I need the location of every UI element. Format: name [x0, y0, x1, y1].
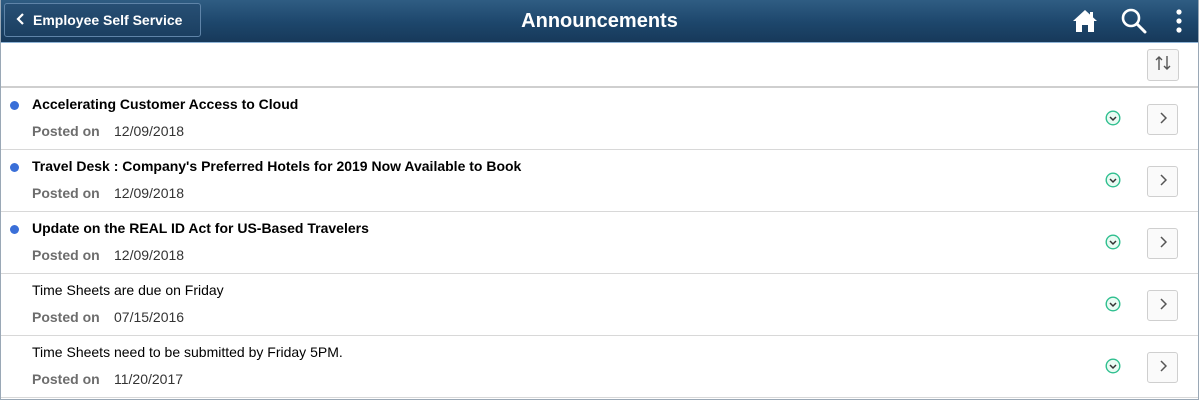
- posted-date: 07/15/2016: [114, 309, 185, 325]
- announcement-list: Accelerating Customer Access to Cloud Po…: [1, 88, 1198, 398]
- list-item[interactable]: Update on the REAL ID Act for US-Based T…: [1, 212, 1198, 274]
- open-detail-button[interactable]: [1147, 352, 1178, 383]
- posted-date: 12/09/2018: [114, 123, 185, 139]
- posted-on-label: Posted on: [32, 247, 100, 263]
- chevron-right-icon: [1159, 111, 1167, 129]
- home-icon[interactable]: [1071, 7, 1099, 40]
- chevron-right-icon: [1159, 359, 1167, 377]
- back-button[interactable]: Employee Self Service: [4, 3, 201, 37]
- list-item[interactable]: Travel Desk : Company's Preferred Hotels…: [1, 150, 1198, 212]
- sort-button[interactable]: [1147, 49, 1179, 81]
- list-toolbar: [1, 44, 1198, 88]
- chevron-right-icon: [1159, 297, 1167, 315]
- search-icon[interactable]: [1120, 7, 1148, 40]
- app-frame: Employee Self Service Announcements Acce…: [0, 0, 1199, 400]
- posted-on-label: Posted on: [32, 185, 100, 201]
- posted-on-label: Posted on: [32, 309, 100, 325]
- chevron-right-icon: [1159, 235, 1167, 253]
- posted-date: 12/09/2018: [114, 185, 185, 201]
- chevron-left-icon: [9, 12, 33, 28]
- unread-indicator: [10, 101, 19, 110]
- announcement-title: Time Sheets need to be submitted by Frid…: [32, 344, 343, 360]
- posted-date: 11/20/2017: [114, 371, 184, 387]
- posted-on-label: Posted on: [32, 123, 100, 139]
- unread-indicator: [10, 163, 19, 172]
- sort-arrows-icon: [1155, 54, 1171, 77]
- open-detail-button[interactable]: [1147, 228, 1178, 259]
- list-item[interactable]: Time Sheets are due on Friday Posted on …: [1, 274, 1198, 336]
- expand-chevron-icon[interactable]: [1105, 234, 1121, 250]
- page-header: Employee Self Service Announcements: [1, 0, 1198, 43]
- open-detail-button[interactable]: [1147, 104, 1178, 135]
- expand-chevron-icon[interactable]: [1105, 172, 1121, 188]
- posted-on-label: Posted on: [32, 371, 100, 387]
- announcement-title: Travel Desk : Company's Preferred Hotels…: [32, 158, 522, 174]
- expand-chevron-icon[interactable]: [1105, 358, 1121, 374]
- back-button-label: Employee Self Service: [33, 12, 183, 28]
- more-vertical-icon[interactable]: [1173, 7, 1185, 40]
- announcement-title: Update on the REAL ID Act for US-Based T…: [32, 220, 369, 236]
- announcement-title: Accelerating Customer Access to Cloud: [32, 96, 299, 112]
- open-detail-button[interactable]: [1147, 166, 1178, 197]
- expand-chevron-icon[interactable]: [1105, 296, 1121, 312]
- chevron-right-icon: [1159, 173, 1167, 191]
- unread-indicator: [10, 225, 19, 234]
- list-item[interactable]: Time Sheets need to be submitted by Frid…: [1, 336, 1198, 398]
- open-detail-button[interactable]: [1147, 290, 1178, 321]
- list-item[interactable]: Accelerating Customer Access to Cloud Po…: [1, 88, 1198, 150]
- expand-chevron-icon[interactable]: [1105, 110, 1121, 126]
- announcement-title: Time Sheets are due on Friday: [32, 282, 224, 298]
- posted-date: 12/09/2018: [114, 247, 185, 263]
